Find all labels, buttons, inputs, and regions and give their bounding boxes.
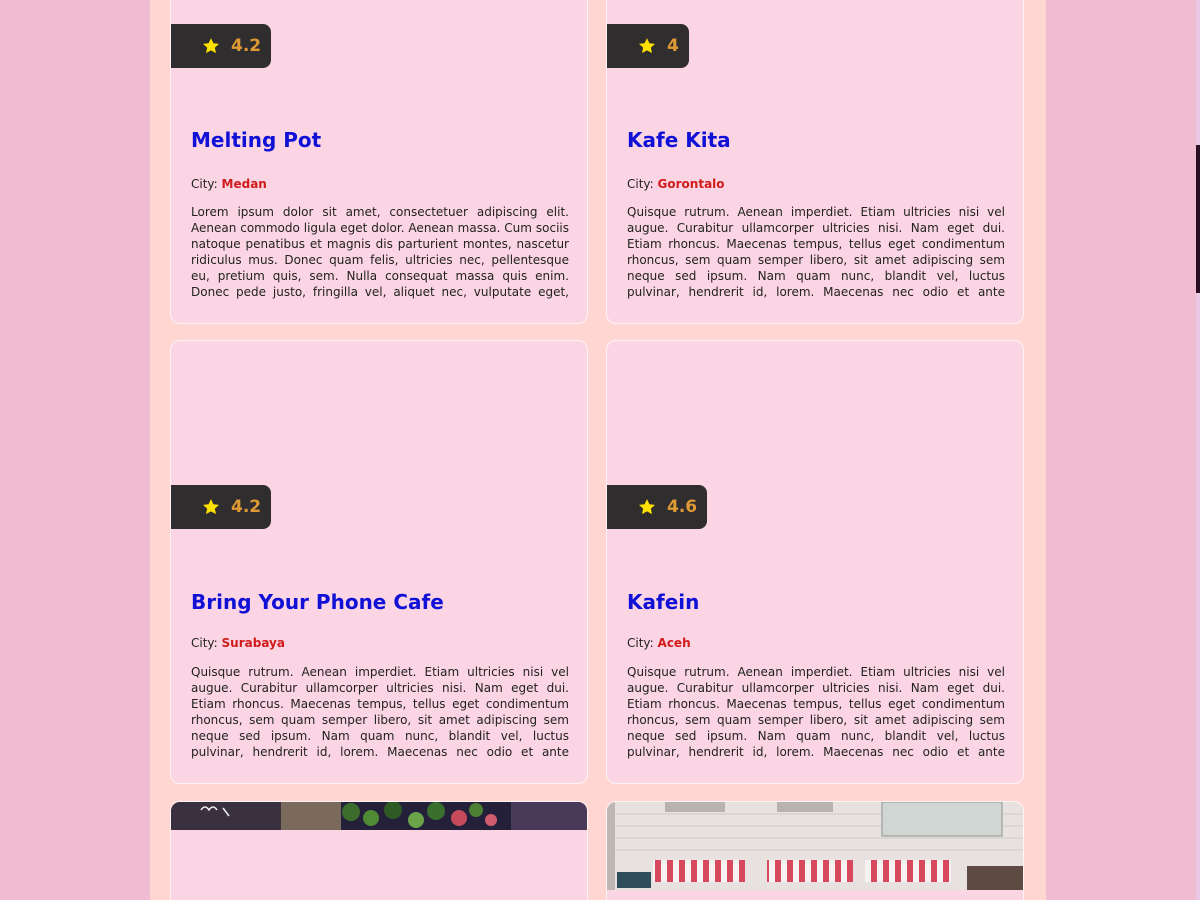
rating-value: 4.2 (231, 36, 262, 56)
cafe-card[interactable] (170, 801, 588, 900)
cafe-description: Quisque rutrum. Aenean imperdiet. Etiam … (191, 665, 569, 759)
cafe-card[interactable] (606, 801, 1024, 900)
city-label: City: (627, 177, 654, 191)
city-label: City: (627, 636, 654, 650)
city-value: Medan (221, 177, 267, 191)
star-icon (203, 38, 219, 54)
street-cafe-image (171, 802, 587, 830)
cafe-card[interactable]: 4.6 Kafein City: Aceh Quisque rutrum. Ae… (606, 340, 1024, 784)
cafe-name[interactable]: Melting Pot (191, 128, 321, 152)
star-icon (639, 38, 655, 54)
cafe-name[interactable]: Bring Your Phone Cafe (191, 590, 444, 614)
city-value: Gorontalo (657, 177, 725, 191)
city-line: City: Surabaya (191, 636, 285, 650)
rating-badge: 4.6 (607, 485, 708, 529)
cafe-description: Lorem ipsum dolor sit amet, consectetuer… (191, 205, 569, 299)
cafe-card[interactable]: 4.2 Bring Your Phone Cafe City: Surabaya… (170, 340, 588, 784)
city-line: City: Aceh (627, 636, 691, 650)
rating-value: 4.2 (231, 497, 262, 517)
cafe-photo (607, 802, 1023, 890)
city-line: City: Medan (191, 177, 267, 191)
scrollbar-thumb[interactable] (1196, 145, 1200, 293)
city-value: Aceh (657, 636, 691, 650)
city-value: Surabaya (221, 636, 285, 650)
city-label: City: (191, 636, 218, 650)
rating-value: 4 (667, 36, 679, 56)
cafe-description: Quisque rutrum. Aenean imperdiet. Etiam … (627, 205, 1005, 299)
star-icon (203, 499, 219, 515)
rating-badge: 4.2 (171, 24, 272, 68)
rating-badge: 4.2 (171, 485, 272, 529)
cafe-card[interactable]: 4 Kafe Kita City: Gorontalo Quisque rutr… (606, 0, 1024, 324)
cafe-description: Quisque rutrum. Aenean imperdiet. Etiam … (627, 665, 1005, 759)
storefront-image (607, 802, 1023, 890)
city-label: City: (191, 177, 218, 191)
cafe-photo (171, 802, 587, 830)
rating-value: 4.6 (667, 497, 698, 517)
city-line: City: Gorontalo (627, 177, 725, 191)
star-icon (639, 499, 655, 515)
cafe-card[interactable]: 4.2 Melting Pot City: Medan Lorem ipsum … (170, 0, 588, 324)
cafe-name[interactable]: Kafe Kita (627, 128, 731, 152)
rating-badge: 4 (607, 24, 689, 68)
scrollbar-track[interactable] (1196, 0, 1200, 900)
content-column: 4.2 Melting Pot City: Medan Lorem ipsum … (150, 0, 1046, 900)
cafe-name[interactable]: Kafein (627, 590, 699, 614)
restaurant-listing-page: 4.2 Melting Pot City: Medan Lorem ipsum … (0, 0, 1200, 900)
